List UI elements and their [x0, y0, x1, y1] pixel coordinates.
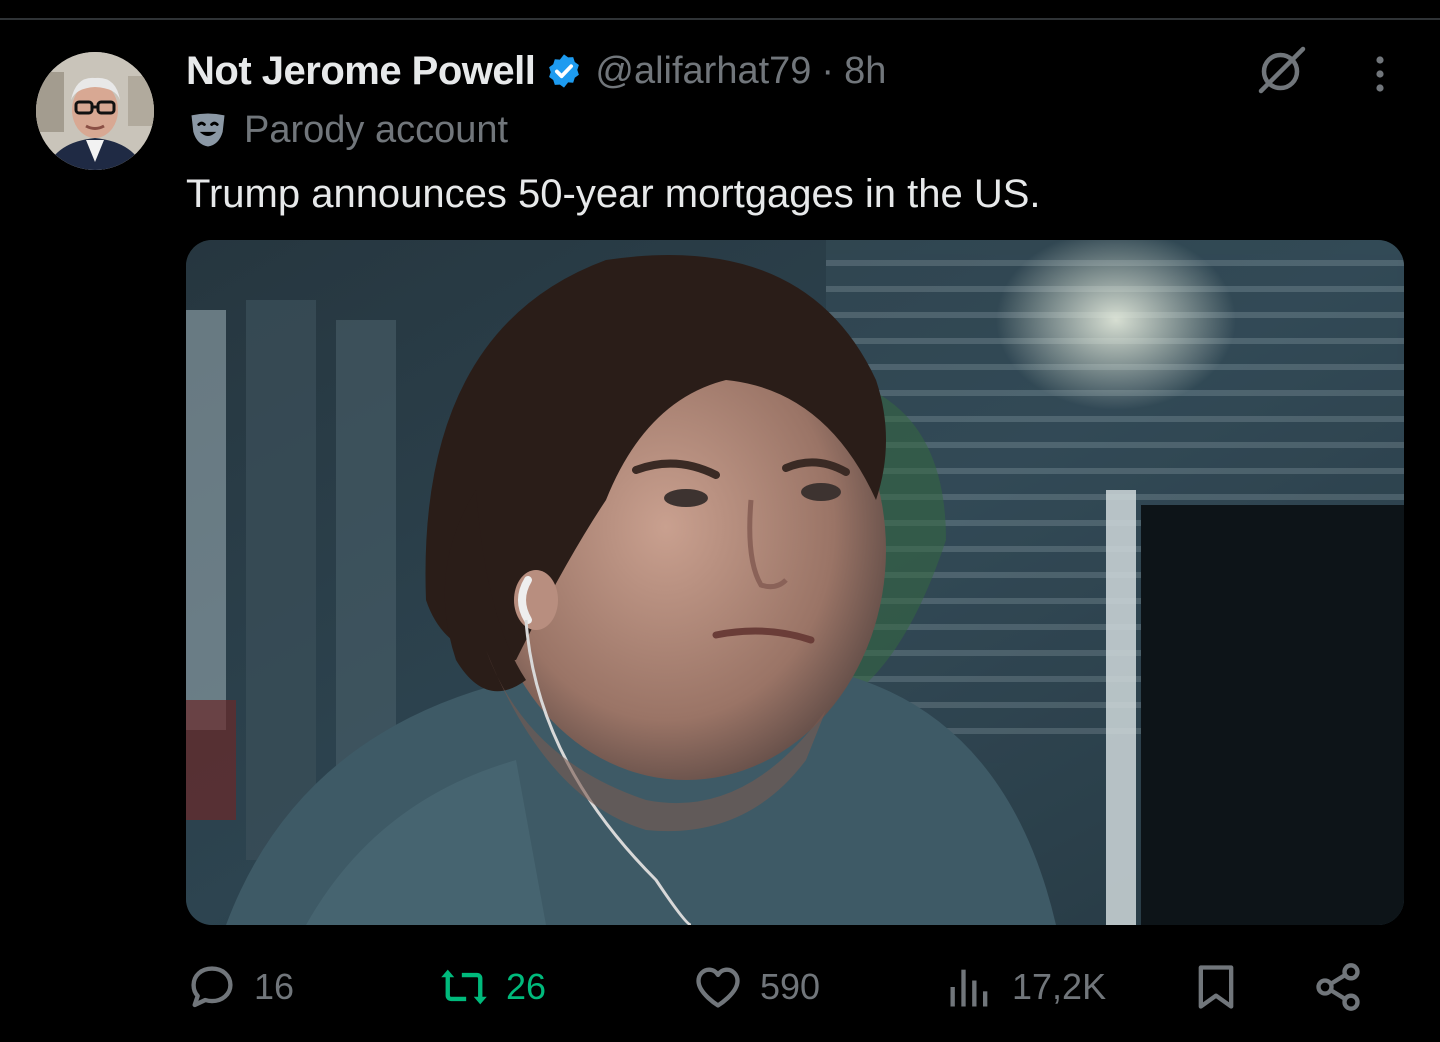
- retweet-count: 26: [506, 966, 547, 1007]
- retweet-icon: [441, 969, 487, 1005]
- avatar[interactable]: [36, 52, 154, 170]
- timeline-divider: [0, 18, 1440, 20]
- theater-mask-icon: [191, 113, 225, 147]
- reply-button[interactable]: 16: [186, 952, 294, 1022]
- tweet-actions: 16 26 590 17,2K: [186, 952, 1404, 1022]
- retweet-button[interactable]: 26: [438, 952, 546, 1022]
- parody-label-row: Parody account: [186, 106, 508, 154]
- like-button[interactable]: 590: [692, 952, 820, 1022]
- media-image: [186, 240, 1404, 925]
- avatar-image: [36, 52, 154, 170]
- views-count: 17,2K: [1012, 966, 1107, 1007]
- like-count: 590: [760, 966, 821, 1007]
- separator-dot: ·: [821, 49, 835, 92]
- user-handle[interactable]: @alifarhat79: [595, 50, 811, 93]
- tweet-text: Trump announces 50-year mortgages in the…: [186, 172, 1041, 216]
- reply-icon: [191, 966, 233, 1008]
- display-name[interactable]: Not Jerome Powell: [186, 49, 536, 94]
- tweet-media[interactable]: [186, 240, 1404, 925]
- reply-count: 16: [254, 966, 295, 1007]
- more-vertical-icon[interactable]: [1360, 52, 1400, 96]
- post-time[interactable]: 8h: [844, 50, 886, 93]
- tweet-header: Not Jerome Powell @alifarhat79 · 8h: [186, 44, 886, 98]
- grok-icon[interactable]: [1252, 40, 1312, 100]
- parody-account-label: Parody account: [244, 108, 509, 151]
- heart-icon: [696, 967, 740, 1008]
- share-button[interactable]: [1312, 952, 1364, 1022]
- bookmark-button[interactable]: [1190, 952, 1242, 1022]
- views-icon: [950, 969, 988, 1007]
- views-button[interactable]: 17,2K: [944, 952, 1106, 1022]
- bookmark-icon: [1198, 965, 1234, 1009]
- share-icon: [1316, 963, 1360, 1011]
- verified-badge-icon: [549, 54, 580, 88]
